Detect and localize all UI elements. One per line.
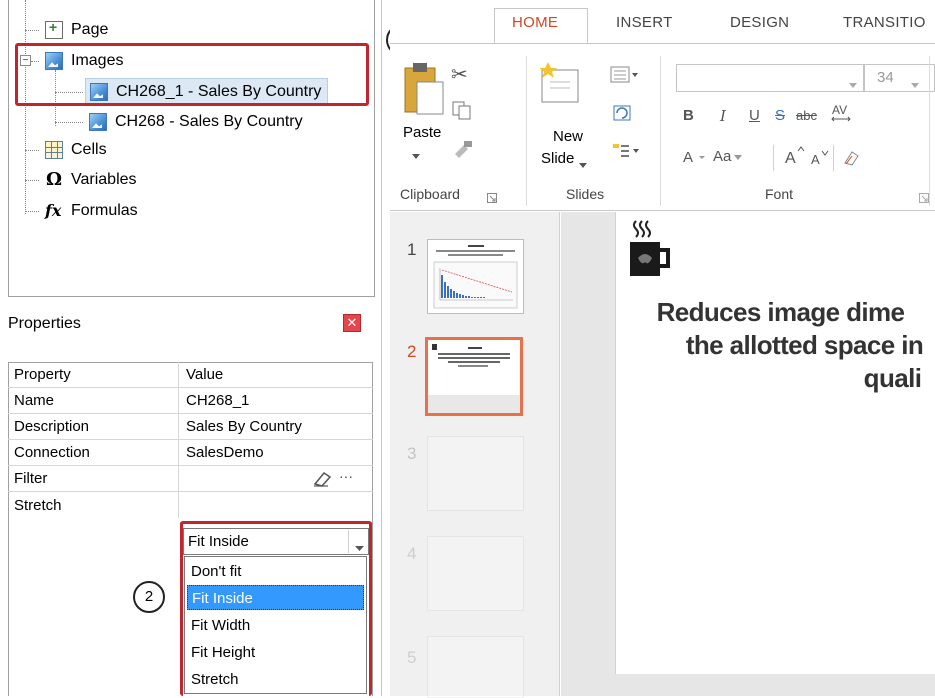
group-clipboard: Clipboard (400, 186, 460, 202)
svg-text:AV: AV (832, 103, 847, 117)
change-case-button[interactable]: Aa (713, 148, 744, 165)
svg-text:A: A (811, 152, 820, 167)
more-button[interactable]: ··· (339, 468, 353, 484)
image-icon (89, 113, 107, 131)
increase-font-icon[interactable]: A (784, 145, 806, 171)
slide-thumbnail-2[interactable] (425, 337, 523, 416)
change-case-label: Aa (713, 148, 732, 165)
slide-number: 3 (407, 444, 417, 463)
chevron-down-icon[interactable] (412, 146, 420, 163)
page-icon (45, 19, 63, 39)
tab-transitions[interactable]: TRANSITIO (843, 14, 926, 31)
clear-formatting-icon[interactable] (842, 148, 862, 172)
dialog-launcher-icon[interactable] (919, 190, 929, 207)
chevron-down-icon[interactable] (579, 155, 587, 172)
eraser-icon[interactable] (311, 469, 333, 489)
layout-icon[interactable] (610, 66, 640, 88)
new-slide-label-2[interactable]: Slide (541, 150, 574, 167)
property-name: Description (14, 418, 90, 435)
group-font: Font (765, 186, 794, 202)
tree-item-label: Formulas (71, 202, 138, 219)
table-row[interactable]: Filter ··· (8, 466, 373, 492)
close-icon[interactable]: ✕ (343, 314, 361, 332)
svg-text:A: A (785, 150, 796, 167)
tree-item-label: Variables (71, 171, 137, 188)
bold-button[interactable]: B (683, 107, 694, 124)
group-slides: Slides (566, 186, 605, 202)
slide-thumbnail-5[interactable] (427, 636, 524, 698)
property-name: Stretch (14, 496, 62, 514)
callout-highlight-1 (15, 43, 369, 106)
table-row[interactable]: Connection SalesDemo (8, 440, 373, 466)
table-icon (45, 141, 63, 159)
font-color-icon[interactable]: A (683, 148, 713, 172)
character-spacing-icon[interactable]: AV (830, 102, 860, 128)
property-value[interactable]: Sales By Country (186, 418, 302, 435)
table-row[interactable]: Name CH268_1 (8, 388, 373, 414)
underline-button[interactable]: U (749, 107, 760, 124)
font-size-box[interactable]: 34 (864, 64, 935, 92)
slide-thumbnails-pane: 1 2 3 4 5 (390, 212, 560, 698)
font-size-value: 34 (877, 69, 894, 86)
coffee-mug-icon (626, 218, 678, 284)
tree-item-cells[interactable]: Cells (45, 137, 107, 163)
font-name-box[interactable] (676, 64, 864, 92)
tree-item-page[interactable]: Page (45, 17, 108, 43)
slide-number: 1 (407, 240, 417, 259)
tree-item-variables[interactable]: Ω Variables (45, 167, 137, 193)
report-designer-panel: − Page Images CH268_1 - Sales By Country… (0, 0, 418, 696)
italic-button[interactable]: I (720, 107, 726, 125)
property-value[interactable]: CH268_1 (186, 392, 249, 409)
properties-title: Properties (8, 315, 81, 332)
slide-text-line: quali (863, 363, 922, 393)
svg-text:A: A (683, 149, 693, 166)
tree-item-label: Cells (71, 141, 107, 158)
table-row[interactable]: Description Sales By Country (8, 414, 373, 440)
cut-icon[interactable]: ✂ (451, 62, 468, 87)
slide-number: 5 (407, 648, 417, 667)
function-icon: fx (45, 201, 62, 220)
slide-number: 4 (407, 544, 417, 563)
property-name: Name (14, 392, 55, 409)
paste-icon[interactable] (401, 60, 447, 122)
property-name: Connection (14, 444, 90, 461)
grid-header: Property Value (8, 362, 373, 388)
format-painter-icon[interactable] (452, 140, 474, 162)
slide-number: 2 (407, 342, 417, 361)
slide-thumbnail-1[interactable] (427, 239, 524, 314)
property-value[interactable]: SalesDemo (186, 444, 264, 461)
callout-number-2: 2 (133, 581, 165, 613)
tree-item-ch268[interactable]: CH268 - Sales By Country (89, 109, 303, 135)
tab-home[interactable]: HOME (512, 14, 558, 31)
new-slide-icon[interactable] (539, 60, 582, 112)
tree-item-label: Page (71, 21, 109, 38)
new-slide-label-1[interactable]: New (553, 128, 583, 145)
slide-thumbnail-3[interactable] (427, 436, 524, 511)
reset-icon[interactable] (612, 104, 634, 126)
table-row[interactable]: Stretch (8, 492, 373, 518)
tree-item-formulas[interactable]: fx Formulas (45, 198, 138, 224)
omega-icon: Ω (45, 169, 63, 190)
tree-item-label: CH268 - Sales By Country (115, 113, 303, 130)
section-icon[interactable] (611, 142, 641, 164)
slide-text-line: Reduces image dime (656, 297, 905, 327)
tab-insert[interactable]: INSERT (616, 14, 673, 31)
dialog-launcher-icon[interactable] (487, 190, 497, 207)
shadow-button[interactable]: S (775, 107, 785, 124)
decrease-font-icon[interactable]: A (810, 148, 830, 172)
column-header-value: Value (186, 366, 224, 383)
column-header-property: Property (14, 366, 71, 383)
paste-label[interactable]: Paste (403, 124, 441, 141)
tab-design[interactable]: DESIGN (730, 14, 789, 31)
callout-highlight-2 (180, 521, 372, 696)
slide-thumbnail-4[interactable] (427, 536, 524, 611)
property-name: Filter (14, 470, 48, 487)
slide-text-line: the allotted space in (685, 330, 924, 360)
slide-text-block[interactable]: Reduces image dime the allotted space in… (620, 296, 935, 395)
strikethrough-button[interactable]: abc (796, 108, 817, 123)
copy-icon[interactable] (451, 100, 473, 124)
